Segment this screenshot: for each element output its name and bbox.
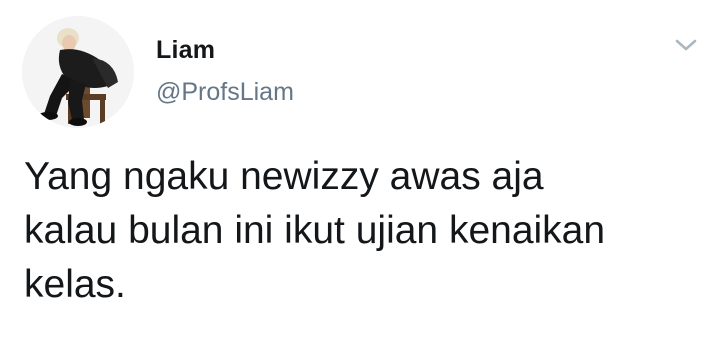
user-handle[interactable]: @ProfsLiam — [156, 78, 294, 107]
tweet-text: Yang ngaku newizzy awas aja kalau bulan … — [24, 155, 606, 306]
display-name[interactable]: Liam — [156, 36, 215, 65]
avatar[interactable] — [22, 16, 134, 128]
chevron-down-icon[interactable] — [674, 36, 698, 54]
avatar-photo — [22, 16, 134, 128]
tweet-card: Liam @ProfsLiam Yang ngaku newizzy awas … — [0, 0, 720, 347]
